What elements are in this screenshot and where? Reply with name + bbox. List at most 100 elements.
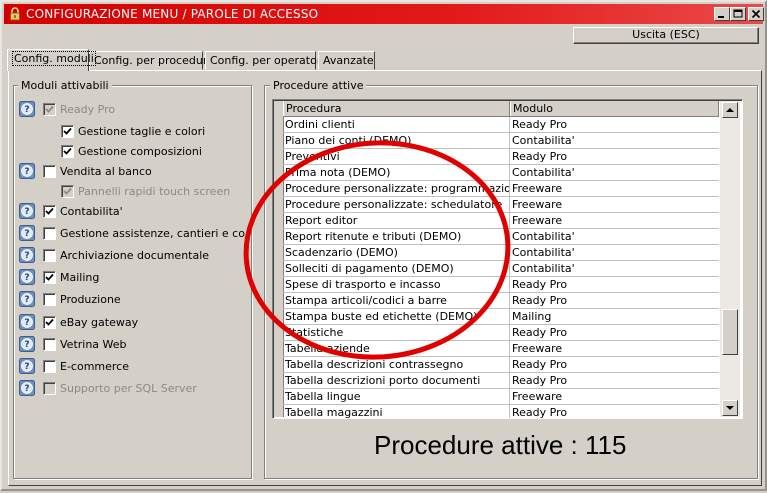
module-checkbox[interactable]: [43, 360, 56, 373]
scroll-down-button[interactable]: [722, 400, 738, 416]
close-button[interactable]: [748, 7, 764, 21]
title-bar[interactable]: CONFIGURAZIONE MENU / PAROLE DI ACCESSO: [4, 4, 764, 24]
table-row[interactable]: Prima nota (DEMO) Contabilita': [283, 165, 719, 181]
tab-config-moduli[interactable]: Config. moduli: [7, 49, 96, 71]
table-row[interactable]: Tabella descrizioni porto documenti Ready…: [283, 373, 719, 389]
module-item[interactable]: ? Contabilita': [19, 203, 245, 221]
maximize-icon: [733, 9, 743, 18]
scroll-thumb[interactable]: [722, 309, 738, 355]
table-row[interactable]: Tabella descrizioni contrassegno Ready Pr…: [283, 357, 719, 373]
help-icon[interactable]: ?: [19, 163, 35, 179]
module-checkbox[interactable]: [43, 249, 56, 262]
module-item[interactable]: ? Mailing: [19, 269, 245, 287]
module-checkbox[interactable]: [43, 316, 56, 329]
table-row[interactable]: Scadenzario (DEMO) Contabilita': [283, 245, 719, 261]
cell-modulo: Contabilita': [512, 262, 575, 275]
cell-procedura: Tabella descrizioni porto documenti: [283, 373, 510, 388]
svg-text:?: ?: [24, 273, 29, 283]
column-header-procedura[interactable]: Procedura: [283, 101, 510, 116]
table-row[interactable]: Report ritenute e tributi (DEMO) Contabil…: [283, 229, 719, 245]
module-checkbox[interactable]: [61, 145, 74, 158]
module-item[interactable]: ? Archiviazione documentale: [19, 247, 245, 265]
table-row[interactable]: Procedure personalizzate: programmazione…: [283, 181, 719, 197]
module-item[interactable]: ? Produzione: [19, 291, 245, 309]
help-icon[interactable]: ?: [19, 380, 35, 396]
help-icon[interactable]: ?: [19, 336, 35, 352]
table-row[interactable]: Ordini clienti Ready Pro: [283, 117, 719, 133]
module-checkbox[interactable]: [43, 338, 56, 351]
help-icon[interactable]: ?: [19, 269, 35, 285]
module-checkbox[interactable]: [43, 165, 56, 178]
help-icon[interactable]: ?: [19, 314, 35, 330]
module-item[interactable]: ? Vendita al banco: [19, 163, 245, 181]
exit-button[interactable]: Uscita (ESC): [573, 27, 759, 44]
checkmark-icon: [63, 147, 72, 155]
module-checkbox[interactable]: [43, 271, 56, 284]
cell-procedura: Piano dei conti (DEMO): [283, 133, 510, 148]
module-label: eBay gateway: [60, 316, 139, 329]
procedures-grid[interactable]: Procedura Modulo Ordini clienti Ready Pro…: [272, 99, 743, 419]
module-checkbox[interactable]: [43, 293, 56, 306]
module-label: Mailing: [60, 271, 100, 284]
tab-config-per-procedura[interactable]: Config. per procedura: [89, 51, 214, 70]
table-row[interactable]: Statistiche Ready Pro: [283, 325, 719, 341]
table-row[interactable]: Stampa buste ed etichette (DEMO) Mailing: [283, 309, 719, 325]
grid-header: Procedura Modulo: [283, 101, 719, 117]
modules-group-label: Moduli attivabili: [18, 79, 112, 92]
module-checkbox[interactable]: [61, 125, 74, 138]
module-item[interactable]: ? eBay gateway: [19, 314, 245, 332]
cell-procedura: Prima nota (DEMO): [283, 165, 510, 180]
svg-text:?: ?: [24, 167, 29, 177]
module-item[interactable]: Pannelli rapidi touch screen: [19, 183, 245, 201]
cell-modulo: Mailing: [512, 310, 552, 323]
module-label: E-commerce: [60, 360, 129, 373]
column-header-modulo[interactable]: Modulo: [510, 101, 719, 116]
maximize-button[interactable]: [730, 7, 746, 21]
checkmark-icon: [63, 127, 72, 135]
minimize-button[interactable]: [714, 7, 730, 21]
table-row[interactable]: Preventivi Ready Pro: [283, 149, 719, 165]
cell-modulo: Freeware: [512, 390, 563, 403]
help-icon[interactable]: ?: [19, 203, 35, 219]
module-checkbox[interactable]: [43, 205, 56, 218]
module-item[interactable]: ? Supporto per SQL Server: [19, 380, 245, 398]
tab-avanzate[interactable]: Avanzate: [318, 51, 375, 70]
table-row[interactable]: Spese di trasporto e incasso Ready Pro: [283, 277, 719, 293]
table-row[interactable]: Tabella magazzini Ready Pro: [283, 405, 719, 418]
help-icon[interactable]: ?: [19, 101, 35, 117]
scroll-up-button[interactable]: [722, 102, 738, 118]
module-checkbox[interactable]: [43, 103, 56, 116]
module-label: Supporto per SQL Server: [60, 382, 197, 395]
table-row[interactable]: Tabella aziende Freeware: [283, 341, 719, 357]
module-item[interactable]: Gestione composizioni: [19, 143, 245, 161]
help-icon[interactable]: ?: [19, 247, 35, 263]
table-row[interactable]: Tabella lingue Freeware: [283, 389, 719, 405]
table-row[interactable]: Report editor Freeware: [283, 213, 719, 229]
vertical-scrollbar[interactable]: [720, 101, 740, 417]
help-icon[interactable]: ?: [19, 358, 35, 374]
cell-modulo: Freeware: [512, 182, 563, 195]
table-row[interactable]: Piano dei conti (DEMO) Contabilita': [283, 133, 719, 149]
svg-text:?: ?: [24, 384, 29, 394]
module-item[interactable]: Gestione taglie e colori: [19, 123, 245, 141]
tab-config-per-operatore[interactable]: Config. per operatore: [205, 51, 328, 70]
app-window: CONFIGURAZIONE MENU / PAROLE DI ACCESSO …: [0, 0, 767, 491]
table-row[interactable]: Solleciti di pagamento (DEMO) Contabilita…: [283, 261, 719, 277]
cell-modulo: Freeware: [512, 214, 563, 227]
module-checkbox[interactable]: [61, 185, 74, 198]
cell-modulo: Contabilita': [512, 134, 575, 147]
svg-text:?: ?: [24, 340, 29, 350]
table-row[interactable]: Procedure personalizzate: schedulatore Fr…: [283, 197, 719, 213]
module-checkbox[interactable]: [43, 382, 56, 395]
module-item[interactable]: ? E-commerce: [19, 358, 245, 376]
table-row[interactable]: Stampa articoli/codici a barre Ready Pro: [283, 293, 719, 309]
help-icon[interactable]: ?: [19, 291, 35, 307]
module-item[interactable]: ? Gestione assistenze, cantieri e contrat…: [19, 225, 245, 243]
module-item[interactable]: ? Vetrina Web: [19, 336, 245, 354]
svg-text:?: ?: [24, 207, 29, 217]
window-title: CONFIGURAZIONE MENU / PAROLE DI ACCESSO: [26, 7, 319, 21]
svg-text:?: ?: [24, 229, 29, 239]
help-icon[interactable]: ?: [19, 225, 35, 241]
module-checkbox[interactable]: [43, 227, 56, 240]
module-item[interactable]: ? Ready Pro: [19, 101, 245, 119]
